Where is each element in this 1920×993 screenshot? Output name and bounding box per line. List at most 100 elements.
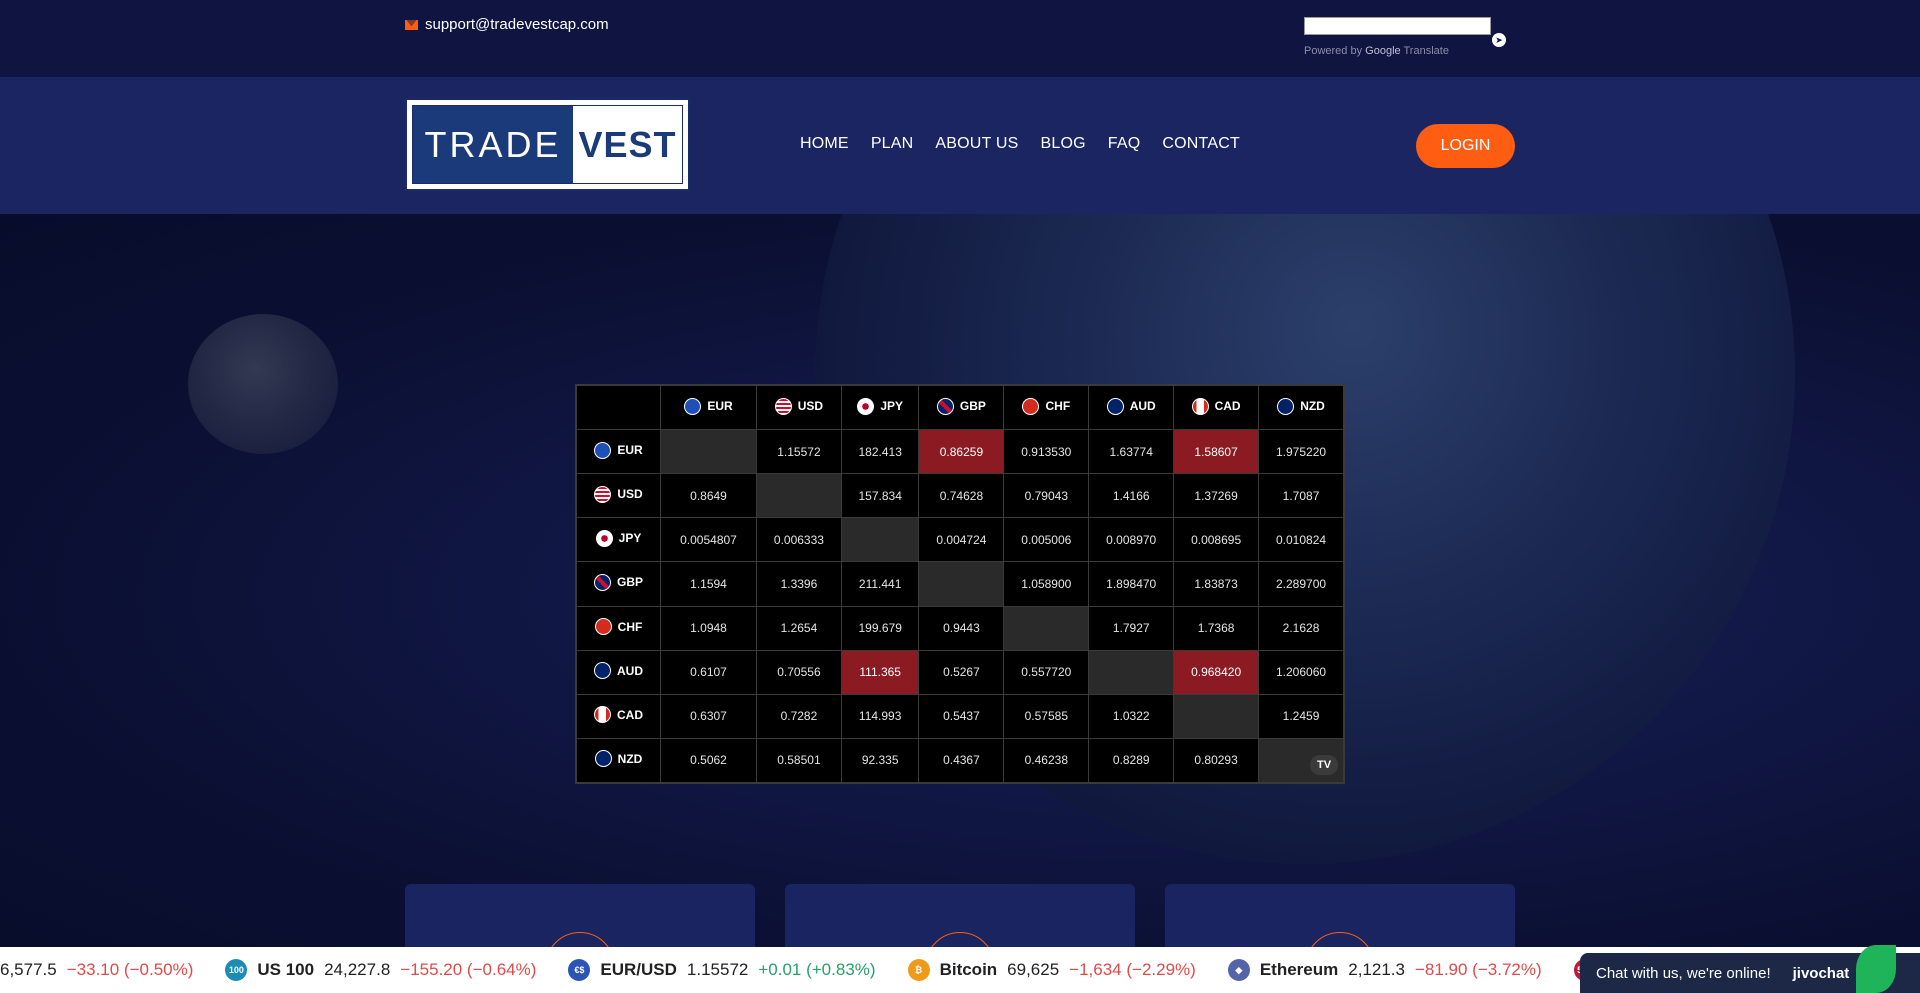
ticker-item[interactable]: ₿ Bitcoin 69,625 −1,634 (−2.29%) (907, 959, 1196, 981)
rate-cell[interactable]: 0.006333 (755, 517, 842, 563)
column-header-aud[interactable]: AUD (1088, 385, 1175, 430)
rate-cell[interactable]: 1.58607 (1173, 428, 1260, 475)
rate-cell[interactable]: 0.80293 (1173, 737, 1260, 784)
rate-cell[interactable]: 1.2459 (1258, 693, 1344, 739)
ticker-item[interactable]: €$ EUR/USD 1.15572 +0.01 (+0.83%) (568, 959, 876, 981)
rate-cell[interactable]: 1.2654 (755, 605, 842, 651)
cad-flag-icon (1191, 397, 1209, 415)
rate-cell[interactable]: 1.058900 (1003, 561, 1090, 607)
rate-cell[interactable]: 1.7368 (1173, 605, 1260, 651)
rate-cell[interactable]: 182.413 (840, 428, 920, 475)
row-header-aud[interactable]: AUD (576, 649, 661, 695)
translate-language-select[interactable] (1304, 17, 1491, 35)
rate-cell[interactable]: 114.993 (840, 693, 920, 739)
rate-cell[interactable]: 1.7927 (1088, 605, 1175, 651)
rate-cell[interactable]: 1.15572 (755, 428, 842, 475)
rate-cell[interactable]: 1.206060 (1258, 649, 1344, 695)
column-header-chf[interactable]: CHF (1003, 385, 1090, 430)
rate-cell[interactable]: 1.7087 (1258, 473, 1344, 519)
row-header-gbp[interactable]: GBP (576, 561, 661, 607)
rate-cell[interactable]: 0.008970 (1088, 517, 1175, 563)
rate-cell[interactable]: 0.6307 (660, 693, 757, 739)
ticker-item[interactable]: 100 US 100 24,227.8 −155.20 (−0.64%) (225, 959, 536, 981)
nav-plan[interactable]: PLAN (871, 135, 914, 153)
rate-cell[interactable]: 0.008695 (1173, 517, 1260, 563)
aud-flag-icon (1106, 397, 1124, 415)
rate-cell[interactable]: 1.0948 (660, 605, 757, 651)
rate-cell[interactable]: 0.58501 (755, 737, 842, 784)
nav-blog[interactable]: BLOG (1041, 135, 1086, 153)
tradevest-logo[interactable]: TRADE VEST (405, 98, 690, 191)
login-button[interactable]: LOGIN (1416, 124, 1515, 168)
rate-cell[interactable]: 0.74628 (918, 473, 1005, 519)
rate-cell[interactable]: 1.37269 (1173, 473, 1260, 519)
rate-cell[interactable]: 1.1594 (660, 561, 757, 607)
rate-cell[interactable]: 1.83873 (1173, 561, 1260, 607)
nav-home[interactable]: HOME (800, 135, 849, 153)
row-header-eur[interactable]: EUR (576, 428, 661, 475)
ticker-item[interactable]: 6,577.5 −33.10 (−0.50%) (0, 960, 193, 980)
column-header-gbp[interactable]: GBP (918, 385, 1005, 430)
rate-cell[interactable]: 157.834 (840, 473, 920, 519)
rate-cell[interactable]: 0.005006 (1003, 517, 1090, 563)
ticker-symbol-icon: ◆ (1227, 959, 1250, 981)
rate-cell[interactable]: 1.975220 (1258, 428, 1344, 475)
column-header-usd[interactable]: USD (755, 385, 842, 430)
support-email-text[interactable]: support@tradevestcap.com (425, 16, 609, 33)
rate-cell[interactable]: 92.335 (840, 737, 920, 784)
rate-cell[interactable]: 0.86259 (918, 428, 1005, 475)
rate-cell[interactable]: 0.4367 (918, 737, 1005, 784)
rate-cell[interactable]: 0.8289 (1088, 737, 1175, 784)
rate-cell[interactable]: 199.679 (840, 605, 920, 651)
rate-cell[interactable]: 0.57585 (1003, 693, 1090, 739)
rate-cell[interactable]: 0.5437 (918, 693, 1005, 739)
ticker-change: +0.01 (+0.83%) (758, 960, 876, 979)
ticker-item[interactable]: ◆ Ethereum 2,121.3 −81.90 (−3.72%) (1227, 959, 1542, 981)
row-header-nzd[interactable]: NZD (576, 737, 661, 784)
column-header-jpy[interactable]: JPY (840, 385, 920, 430)
nav-contact[interactable]: CONTACT (1162, 135, 1240, 153)
column-header-cad[interactable]: CAD (1173, 385, 1260, 430)
main-navbar: TRADE VEST HOME PLAN ABOUT US BLOG FAQ C… (0, 77, 1920, 214)
rate-cell[interactable]: 0.557720 (1003, 649, 1090, 695)
rate-cell[interactable]: 1.63774 (1088, 428, 1175, 475)
rate-cell[interactable]: 0.010824 (1258, 517, 1344, 563)
rate-cell[interactable]: 0.7282 (755, 693, 842, 739)
rate-cell[interactable]: 0.004724 (918, 517, 1005, 563)
rate-cell[interactable]: 1.4166 (1088, 473, 1175, 519)
ticker-name: Bitcoin (939, 960, 998, 979)
rate-cell[interactable]: 0.968420 (1173, 649, 1260, 695)
chat-widget[interactable]: Chat with us, we're online! jivochat (1580, 945, 1920, 993)
column-header-nzd[interactable]: NZD (1258, 385, 1344, 430)
rate-cell[interactable]: 0.79043 (1003, 473, 1090, 519)
row-header-usd[interactable]: USD (576, 473, 661, 519)
rate-cell[interactable]: 1.3396 (755, 561, 842, 607)
rate-cell[interactable]: 211.441 (840, 561, 920, 607)
rate-cell[interactable]: 0.70556 (755, 649, 842, 695)
rate-cell[interactable]: 0.5267 (918, 649, 1005, 695)
chat-prompt[interactable]: Chat with us, we're online! (1596, 965, 1771, 982)
rate-cell[interactable]: 1.0322 (1088, 693, 1175, 739)
support-email[interactable]: support@tradevestcap.com (405, 16, 609, 33)
rate-cell[interactable]: 2.289700 (1258, 561, 1344, 607)
nav-about-us[interactable]: ABOUT US (935, 135, 1018, 153)
row-header-chf[interactable]: CHF (576, 605, 661, 651)
rate-cell[interactable]: 0.913530 (1003, 428, 1090, 475)
rate-cell[interactable]: 0.5062 (660, 737, 757, 784)
rate-cell[interactable]: 0.0054807 (660, 517, 757, 563)
rate-cell[interactable]: 1.898470 (1088, 561, 1175, 607)
row-header-jpy[interactable]: JPY (576, 517, 661, 563)
forex-cross-rates-widget[interactable]: EUR USD JPY GBP CHF AUD CAD NZD EUR 1.15572 182.4… (575, 384, 1345, 784)
ticker-change: −81.90 (−3.72%) (1414, 960, 1542, 979)
nav-faq[interactable]: FAQ (1108, 135, 1141, 153)
rate-cell[interactable]: 111.365 (840, 649, 920, 695)
rate-cell[interactable]: 0.9443 (918, 605, 1005, 651)
rate-cell[interactable]: 0.46238 (1003, 737, 1090, 784)
diagonal-cell (755, 473, 842, 519)
column-header-eur[interactable]: EUR (660, 385, 757, 430)
rate-cell[interactable]: 0.6107 (660, 649, 757, 695)
row-header-cad[interactable]: CAD (576, 693, 661, 739)
tradingview-icon[interactable]: TV (1310, 755, 1338, 775)
rate-cell[interactable]: 2.1628 (1258, 605, 1344, 651)
rate-cell[interactable]: 0.8649 (660, 473, 757, 519)
